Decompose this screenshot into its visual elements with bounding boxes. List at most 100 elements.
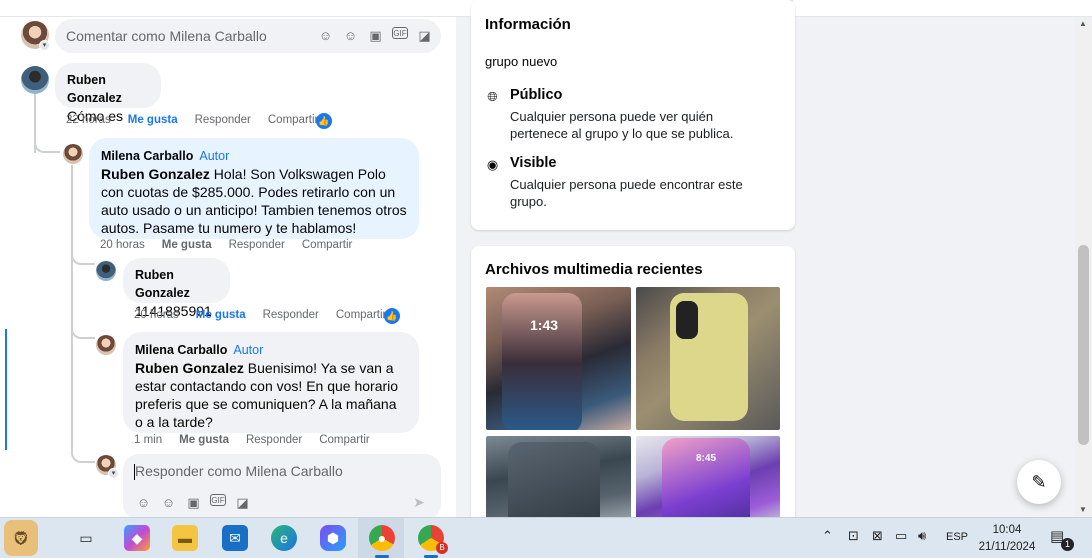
comment-author[interactable]: Milena Carballo [101,149,193,163]
sticker-icon[interactable]: ◪ [416,27,433,44]
thread-line [71,447,95,463]
phone-image [502,293,582,430]
comment-author[interactable]: Ruben Gonzalez [67,71,149,107]
comments-panel: ▾ Comentar como Milena Carballo ☺ ☺ ▣ GI… [0,17,456,520]
comment-bubble: Ruben Gonzalez Cómo es [55,63,161,124]
volume-icon[interactable]: 🔊︎ [918,528,926,544]
camera-icon[interactable]: ▣ [367,27,384,44]
like-button[interactable]: Me gusta [179,434,229,446]
clock-date: 21/11/2024 [978,541,1036,553]
security-icon[interactable]: ⊠ [872,528,883,544]
comment-time[interactable]: 20 horas [134,309,179,321]
camera-module [676,301,698,339]
media-photo[interactable]: 1:43 [486,287,631,430]
like-button[interactable]: Me gusta [162,239,212,251]
scroll-up-icon[interactable]: ▲ [1079,19,1087,28]
chevron-down-icon[interactable]: ▾ [39,40,50,51]
scrollbar[interactable]: ▲ ▼ [1075,17,1092,517]
focus-indicator [5,329,7,450]
share-button[interactable]: Compartir [302,239,352,251]
scrollbar-thumb[interactable] [1078,245,1089,445]
share-button[interactable]: Compartir [268,114,318,126]
mention[interactable]: Ruben Gonzalez [135,360,244,376]
task-view-icon[interactable]: ▭ [73,525,99,551]
thumbs-up-icon[interactable]: 👍 [384,308,400,324]
edge-icon[interactable]: e [271,525,297,551]
reply-button[interactable]: Responder [229,239,285,251]
chevron-down-icon[interactable]: ▾ [108,468,119,479]
comment-author[interactable]: Milena Carballo [135,343,227,357]
mail-icon[interactable]: ✉ [222,525,248,551]
scroll-down-icon[interactable]: ▼ [1079,505,1087,514]
media-card: Archivos multimedia recientes 1:43 8:45 [471,246,795,526]
media-photo[interactable]: 8:45 [636,436,780,526]
avatar[interactable] [21,66,49,94]
thread-line [34,131,60,153]
author-badge: Autor [199,149,230,163]
notification-count: 1 [1061,538,1074,551]
like-button[interactable]: Me gusta [128,114,178,126]
phone-image [508,442,600,526]
share-button[interactable]: Compartir [319,434,369,446]
avatar-sticker-icon[interactable]: ☺ [317,27,334,44]
avatar[interactable] [96,261,116,281]
profile-badge: B [436,542,448,554]
info-title: Información [485,16,571,33]
send-icon[interactable]: ➤ [413,494,425,511]
reply-button[interactable]: Responder [263,309,319,321]
share-button[interactable]: Compartir [336,309,386,321]
visibility-row: ◉ Visible Cualquier persona puede encont… [485,155,775,209]
reply-button[interactable]: Responder [246,434,302,446]
taskbar: 🦁︎ ▭ ◆ ▬ ✉ e ⬢ ● B ⌃ ⊡ ⊠ ▭ 🔊︎ ESP 10:04 … [0,517,1092,558]
privacy-description: Cualquier persona puede ver quién perten… [510,109,734,141]
comment-input-placeholder: Comentar como Milena Carballo [66,28,267,44]
thread-line [71,317,95,339]
comment-time[interactable]: 20 horas [100,239,145,251]
group-description: grupo nuevo [485,54,558,69]
comment-author[interactable]: Ruben Gonzalez [135,266,218,302]
avatar[interactable] [96,335,116,355]
battery-icon[interactable]: ▭ [895,528,907,544]
comment-bubble: Milena Carballo Autor Ruben Gonzalez Hola… [89,138,419,239]
language-indicator[interactable]: ESP [946,531,968,543]
new-message-button[interactable]: ✎ [1017,460,1061,504]
media-title[interactable]: Archivos multimedia recientes [485,261,703,278]
app-icon[interactable]: ⬢ [320,525,346,551]
reply-input[interactable]: Responder como Milena Carballo ☺ ☺ ▣ GIF… [123,454,441,520]
like-button[interactable]: Me gusta [196,309,246,321]
camera-icon[interactable]: ▣ [185,494,202,511]
comment-time[interactable]: 22 horas [66,114,111,126]
gif-icon[interactable]: GIF [392,27,408,39]
avatar[interactable] [63,144,83,164]
media-photo[interactable] [486,436,631,526]
meet-now-icon[interactable]: ⊡ [848,528,859,544]
media-photo[interactable] [636,287,780,430]
reply-button[interactable]: Responder [195,114,251,126]
mention[interactable]: Ruben Gonzalez [101,166,210,182]
comment-time[interactable]: 1 min [134,434,162,446]
reply-input-placeholder: Responder como Milena Carballo [135,463,343,479]
file-explorer-icon[interactable]: ▬ [172,525,198,551]
chevron-up-icon[interactable]: ⌃ [822,528,833,544]
comment-input[interactable]: Comentar como Milena Carballo ☺ ☺ ▣ GIF … [55,19,441,53]
clock[interactable]: 10:04 21/11/2024 [968,522,1046,556]
privacy-title: Público [510,87,563,103]
author-badge: Autor [233,343,264,357]
thread-line [71,165,73,455]
eye-icon: ◉ [486,157,499,172]
phone-screen-time: 8:45 [696,453,717,464]
chrome-profile-icon[interactable]: B [418,525,448,554]
emoji-icon[interactable]: ☺ [160,494,177,511]
privacy-row: 🌐︎ Público Cualquier persona puede ver q… [485,87,775,141]
gif-icon[interactable]: GIF [210,494,226,506]
globe-icon: 🌐︎ [487,89,498,104]
chrome-icon[interactable]: ● [369,525,395,551]
emoji-icon[interactable]: ☺ [342,27,359,44]
avatar-sticker-icon[interactable]: ☺ [135,494,152,511]
clock-time: 10:04 [992,524,1022,536]
copilot-icon[interactable]: ◆ [124,525,150,551]
phone-screen-time: 1:43 [530,317,559,333]
widgets-lion-icon[interactable]: 🦁︎ [4,520,38,556]
thumbs-up-icon[interactable]: 👍 [316,113,332,129]
sticker-icon[interactable]: ◪ [234,494,251,511]
